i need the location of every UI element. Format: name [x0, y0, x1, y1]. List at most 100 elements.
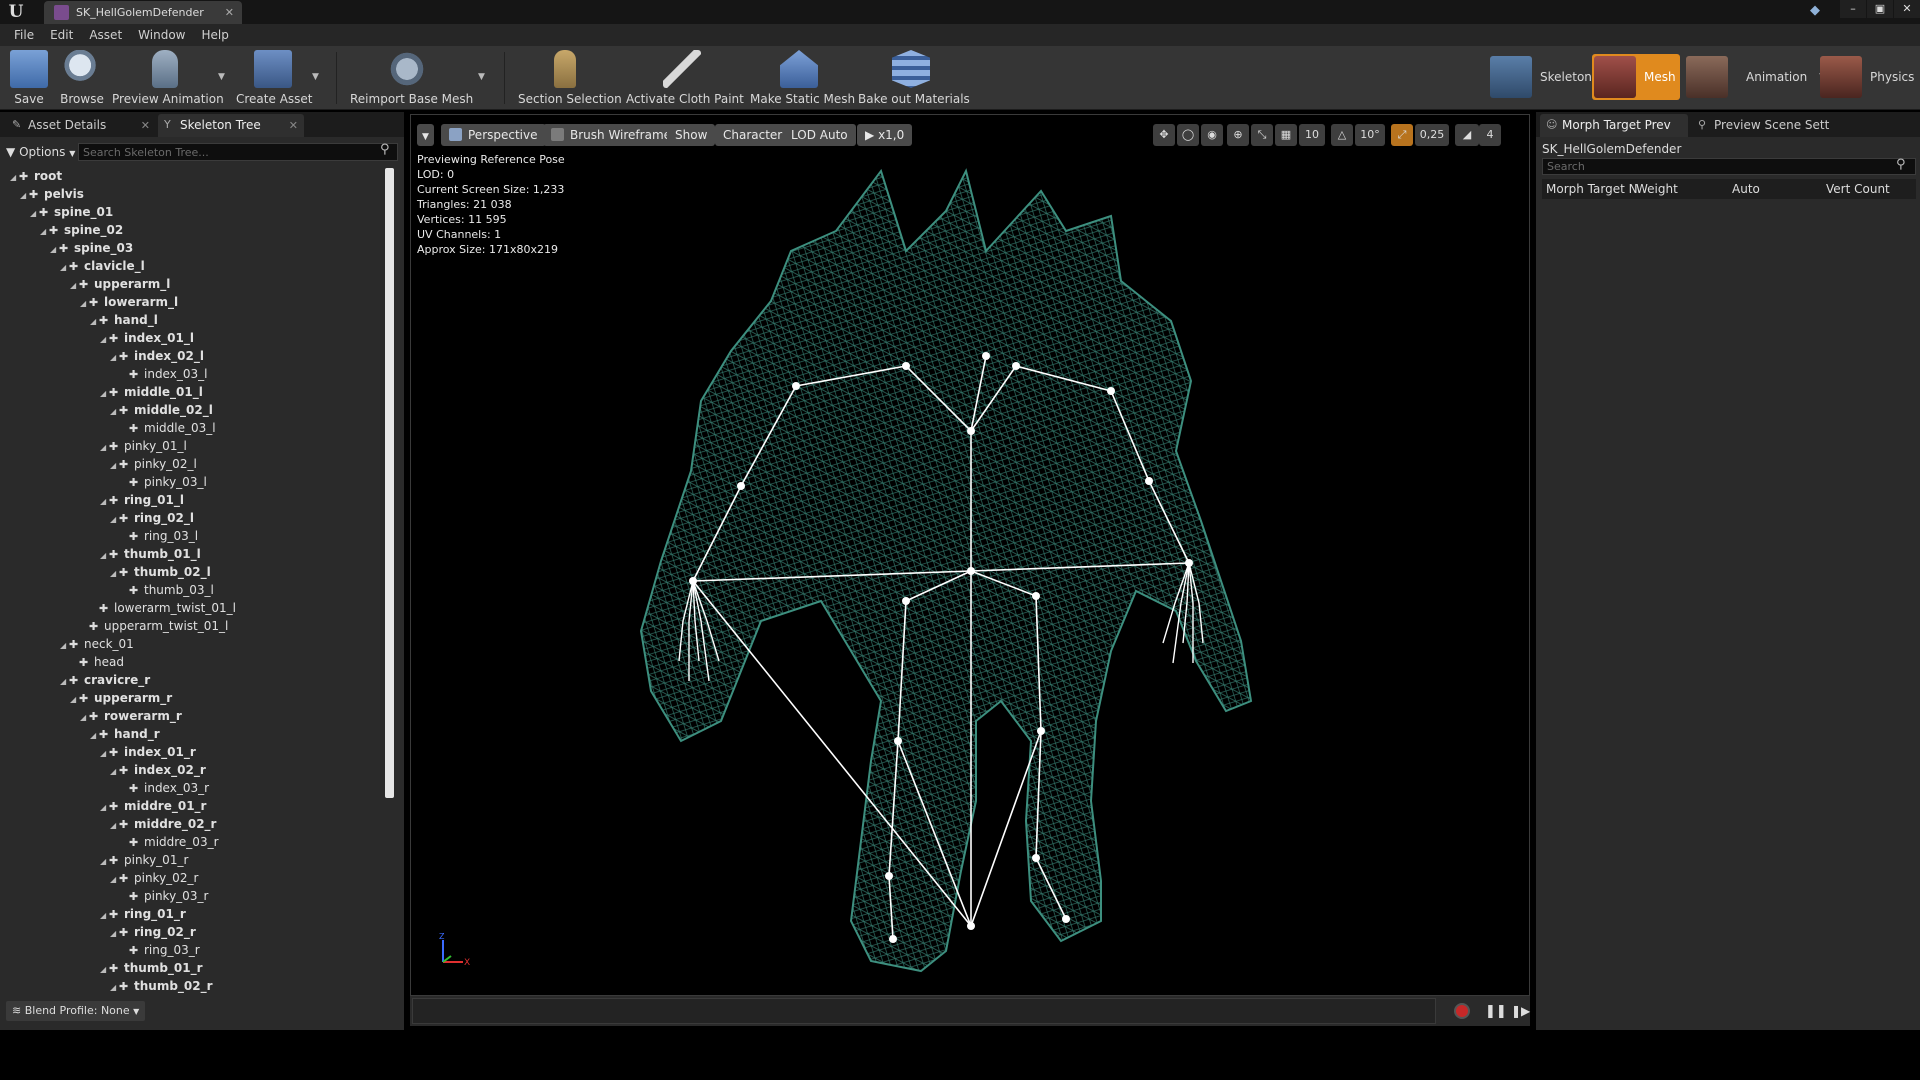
tree-item-head[interactable]: ✚ head [70, 653, 124, 671]
expand-arrow-icon[interactable]: ◢ [70, 691, 79, 709]
create-asset-button[interactable]: Create Asset [236, 48, 313, 108]
close-icon[interactable]: ✕ [141, 114, 150, 137]
expand-arrow-icon[interactable]: ◢ [10, 169, 19, 187]
character-button[interactable]: Character [715, 124, 791, 146]
column-weight[interactable]: Weight [1636, 179, 1678, 199]
tree-item-pinky-03-l[interactable]: ✚ pinky_03_l [120, 473, 207, 491]
expand-arrow-icon[interactable]: ◢ [90, 727, 99, 745]
show-button[interactable]: Show [667, 124, 716, 146]
tree-item-ring-03-l[interactable]: ✚ ring_03_l [120, 527, 198, 545]
tree-item-index-03-l[interactable]: ✚ index_03_l [120, 365, 207, 383]
bone-joint[interactable] [689, 577, 697, 585]
tree-item-hand-r[interactable]: ◢ ✚ hand_r [90, 725, 160, 743]
tree-item-middle-02-l[interactable]: ◢ ✚ middle_02_l [110, 401, 213, 419]
bone-joint[interactable] [1037, 727, 1045, 735]
viewport[interactable]: ▼ Perspective Brush Wireframe Show Chara… [410, 114, 1530, 996]
expand-arrow-icon[interactable]: ◢ [110, 403, 119, 421]
close-window-button[interactable]: ✕ [1894, 0, 1920, 18]
tree-item-ring-01-l[interactable]: ◢ ✚ ring_01_l [100, 491, 184, 509]
tree-item-neck-01[interactable]: ◢ ✚ neck_01 [60, 635, 134, 653]
bone-joint[interactable] [889, 935, 897, 943]
grid-snap-icon[interactable]: ▦ [1275, 124, 1297, 146]
maximize-button[interactable]: ▣ [1867, 0, 1893, 18]
bone-joint[interactable] [1145, 477, 1153, 485]
menu-edit[interactable]: Edit [42, 24, 81, 46]
tree-item-cravicre-r[interactable]: ◢ ✚ cravicre_r [60, 671, 150, 689]
tree-item-middle-03-l[interactable]: ✚ middle_03_l [120, 419, 216, 437]
tree-item-middle-01-l[interactable]: ◢ ✚ middle_01_l [100, 383, 203, 401]
grid-snap-value[interactable]: 10 [1299, 124, 1325, 146]
camera-speed-icon[interactable]: ◢ [1455, 124, 1479, 146]
bone-joint[interactable] [737, 482, 745, 490]
bone-joint[interactable] [902, 597, 910, 605]
rotate-tool-icon[interactable]: ◯ [1177, 124, 1199, 146]
tree-item-middre-03-r[interactable]: ✚ middre_03_r [120, 833, 219, 851]
lod-button[interactable]: LOD Auto [783, 124, 856, 146]
expand-arrow-icon[interactable]: ◢ [110, 979, 119, 994]
tree-item-thumb-01-r[interactable]: ◢ ✚ thumb_01_r [100, 959, 203, 977]
tree-item-index-01-r[interactable]: ◢ ✚ index_01_r [100, 743, 196, 761]
tree-item-lowerarm-l[interactable]: ◢ ✚ lowerarm_l [80, 293, 178, 311]
tree-item-middre-01-r[interactable]: ◢ ✚ middre_01_r [100, 797, 206, 815]
expand-arrow-icon[interactable]: ◢ [110, 565, 119, 583]
tree-scrollbar[interactable] [385, 168, 394, 798]
expand-arrow-icon[interactable]: ◢ [100, 547, 109, 565]
bone-joint[interactable] [1012, 362, 1020, 370]
column-morph-target-name[interactable]: Morph Target N [1546, 179, 1638, 199]
view-mode-button[interactable]: Brush Wireframe [543, 124, 680, 146]
expand-arrow-icon[interactable]: ◢ [60, 259, 69, 277]
menu-help[interactable]: Help [193, 24, 236, 46]
mode-physics-button[interactable]: Physics [1820, 54, 1914, 100]
browse-button[interactable]: Browse [58, 48, 106, 108]
column-auto[interactable]: Auto [1732, 179, 1760, 199]
tree-item-ring-01-r[interactable]: ◢ ✚ ring_01_r [100, 905, 186, 923]
preview-animation-button[interactable]: Preview Animation [112, 48, 224, 108]
bone-joint[interactable] [1062, 915, 1070, 923]
tree-item-spine-02[interactable]: ◢ ✚ spine_02 [40, 221, 123, 239]
tree-item-pinky-01-l[interactable]: ◢ ✚ pinky_01_l [100, 437, 187, 455]
tree-item-root[interactable]: ◢ ✚ root [10, 167, 62, 185]
bone-joint[interactable] [885, 872, 893, 880]
bone-joint[interactable] [982, 352, 990, 360]
document-tab[interactable]: SK_HellGolemDefender ✕ [44, 1, 242, 24]
bone-joint[interactable] [1107, 387, 1115, 395]
tree-item-ring-03-r[interactable]: ✚ ring_03_r [120, 941, 200, 959]
step-forward-button[interactable]: ❚▶ [1511, 1004, 1530, 1018]
minimize-button[interactable]: – [1840, 0, 1866, 18]
scale-snap-icon[interactable]: ⤢ [1391, 124, 1413, 146]
skeleton-search-input[interactable] [78, 143, 398, 161]
bone-joint[interactable] [902, 362, 910, 370]
viewport-canvas[interactable] [411, 115, 1529, 995]
tree-item-upperarm-twist-01-l[interactable]: ✚ upperarm_twist_01_l [80, 617, 228, 635]
playback-speed-button[interactable]: ▶ x1,0 [857, 124, 913, 146]
tree-item-rowerarm-r[interactable]: ◢ ✚ rowerarm_r [80, 707, 182, 725]
expand-arrow-icon[interactable]: ◢ [100, 385, 109, 403]
bone-joint[interactable] [894, 737, 902, 745]
expand-arrow-icon[interactable]: ◢ [80, 709, 89, 727]
expand-arrow-icon[interactable]: ◢ [60, 673, 69, 691]
perspective-button[interactable]: Perspective [441, 124, 546, 146]
tree-item-lowerarm-twist-01-l[interactable]: ✚ lowerarm_twist_01_l [90, 599, 236, 617]
bone-joint[interactable] [967, 427, 975, 435]
expand-arrow-icon[interactable]: ◢ [110, 871, 119, 889]
expand-arrow-icon[interactable]: ◢ [70, 277, 79, 295]
section-selection-button[interactable]: Section Selection [518, 48, 622, 108]
rotate-snap-icon[interactable]: △ [1331, 124, 1353, 146]
options-button[interactable]: ▼ Options ▼ [6, 143, 75, 161]
tab-asset-details[interactable]: ✎ Asset Details ✕ [6, 114, 156, 137]
expand-arrow-icon[interactable]: ◢ [110, 457, 119, 475]
timeline-track[interactable] [412, 998, 1436, 1024]
tree-item-upperarm-r[interactable]: ◢ ✚ upperarm_r [70, 689, 172, 707]
expand-arrow-icon[interactable]: ◢ [110, 817, 119, 835]
viewport-options-button[interactable]: ▼ [417, 124, 434, 146]
feedback-icon[interactable]: ◆ [1810, 3, 1820, 18]
tab-skeleton-tree[interactable]: Y Skeleton Tree ✕ [158, 114, 304, 137]
expand-arrow-icon[interactable]: ◢ [100, 907, 109, 925]
world-space-icon[interactable]: ⊕ [1227, 124, 1249, 146]
tree-item-ring-02-l[interactable]: ◢ ✚ ring_02_l [110, 509, 194, 527]
tree-item-middre-02-r[interactable]: ◢ ✚ middre_02_r [110, 815, 216, 833]
blend-profile-dropdown[interactable]: ≋ Blend Profile: None ▼ [6, 1001, 146, 1021]
mode-mesh-button[interactable]: Mesh [1592, 54, 1680, 100]
tree-item-spine-01[interactable]: ◢ ✚ spine_01 [30, 203, 113, 221]
tree-item-index-02-r[interactable]: ◢ ✚ index_02_r [110, 761, 206, 779]
